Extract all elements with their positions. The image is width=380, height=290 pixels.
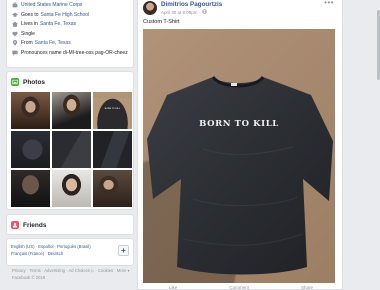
friends-header[interactable]: Friends	[11, 220, 129, 230]
language-link-deutsch[interactable]: Deutsch	[48, 251, 63, 256]
share-button[interactable]: Share	[301, 285, 313, 290]
location-pin-icon	[12, 40, 18, 46]
photos-card: Photos BORN TO KILL	[6, 71, 134, 210]
graduation-cap-icon	[12, 12, 18, 18]
like-button[interactable]: Like	[169, 285, 177, 290]
language-link-francais[interactable]: Français (France)	[11, 251, 44, 256]
shirt-print-text: BORN TO KILL	[199, 119, 279, 129]
intro-item-school-label: Goes to	[21, 11, 39, 18]
language-link-english[interactable]: English (US)	[11, 244, 35, 249]
post-actions: Like Comment Share	[143, 285, 339, 290]
intro-item-relationship-text: Single	[21, 30, 35, 37]
intro-item-lives-link[interactable]: Santa Fe, Texas	[40, 21, 76, 27]
avatar[interactable]	[143, 1, 157, 15]
post-header: Dimitrios Pagourtzis April 30 at 8:08pm …	[143, 1, 222, 15]
intro-item-relationship: Single	[12, 31, 128, 37]
language-card: English (US) · Español · Português (Bras…	[6, 238, 134, 266]
photos-title: Photos	[23, 78, 46, 86]
photo-thumbnail[interactable]: BORN TO KILL	[93, 92, 132, 129]
heart-icon	[12, 31, 18, 37]
globe-icon	[202, 9, 208, 15]
footer-copyright: Facebook © 2018	[12, 275, 46, 280]
photo-thumbnail[interactable]	[93, 131, 132, 168]
intro-item-lives: Lives in Santa Fe, Texas	[12, 21, 128, 27]
intro-item-from-label: From	[21, 40, 33, 46]
intro-item-lives-label: Lives in	[21, 21, 38, 27]
photo-thumbnail-shirt-text: BORN TO KILL	[104, 107, 121, 110]
photo-thumbnail[interactable]	[11, 92, 50, 129]
intro-item-pronunciation: Pronounces name di-MI-tree-oss pag-OR-ch…	[12, 50, 128, 56]
intro-item-work-text[interactable]: United States Marine Corps	[21, 2, 82, 8]
speech-icon	[12, 50, 18, 56]
post-photo[interactable]: BORN TO KILL	[143, 29, 335, 283]
language-link-portugues[interactable]: Português (Brasil)	[57, 244, 91, 249]
photo-thumbnail[interactable]	[52, 170, 91, 207]
add-language-button[interactable]: +	[118, 245, 129, 256]
intro-item-pronunciation-text: Pronounces name di-MI-tree-oss pag-OR-ch…	[21, 49, 128, 56]
comment-button[interactable]: Comment	[229, 285, 249, 290]
intro-item-school: Goes to Santa Fe High School	[12, 12, 128, 18]
photo-thumbnail[interactable]	[93, 170, 132, 207]
more-options-icon[interactable]: •••	[324, 0, 334, 7]
intro-item-from-link[interactable]: Santa Fe, Texas	[35, 40, 71, 46]
photo-thumbnail[interactable]	[52, 92, 91, 129]
post-meta: April 30 at 8:08pm ·	[161, 9, 222, 15]
intro-item-from: From Santa Fe, Texas	[12, 40, 128, 46]
home-icon	[12, 21, 18, 27]
intro-item-work: United States Marine Corps	[12, 2, 128, 8]
left-column: United States Marine Corps Goes to Santa…	[6, 0, 134, 280]
footer: Privacy · Terms · Advertising · Ad Choic…	[12, 268, 140, 281]
photo-thumbnail[interactable]	[11, 131, 50, 168]
language-link-espanol[interactable]: Español	[38, 244, 53, 249]
intro-card: United States Marine Corps Goes to Santa…	[6, 0, 134, 68]
friends-card: Friends	[6, 214, 134, 235]
intro-item-school-link[interactable]: Santa Fe High School	[41, 12, 90, 18]
friends-icon	[11, 221, 19, 229]
tshirt-image	[147, 75, 333, 275]
photos-grid: BORN TO KILL	[11, 92, 132, 207]
briefcase-icon	[12, 2, 18, 8]
post-card: Dimitrios Pagourtzis April 30 at 8:08pm …	[137, 0, 343, 290]
photos-header[interactable]: Photos	[11, 77, 129, 87]
photo-thumbnail[interactable]	[52, 131, 91, 168]
scrollbar[interactable]	[376, 0, 380, 290]
footer-links[interactable]: Privacy · Terms · Advertising · Ad Choic…	[12, 268, 140, 274]
language-links: English (US) · Español · Português (Bras…	[11, 244, 91, 256]
post-timestamp[interactable]: April 30 at 8:08pm ·	[161, 10, 200, 15]
friends-title: Friends	[23, 221, 47, 229]
photos-icon	[11, 78, 19, 86]
post-text: Custom T-Shirt	[143, 19, 180, 25]
scrollbar-thumb[interactable]	[376, 10, 380, 80]
post-author[interactable]: Dimitrios Pagourtzis	[161, 1, 222, 9]
photo-thumbnail[interactable]	[11, 170, 50, 207]
shirt-tag	[231, 83, 237, 86]
